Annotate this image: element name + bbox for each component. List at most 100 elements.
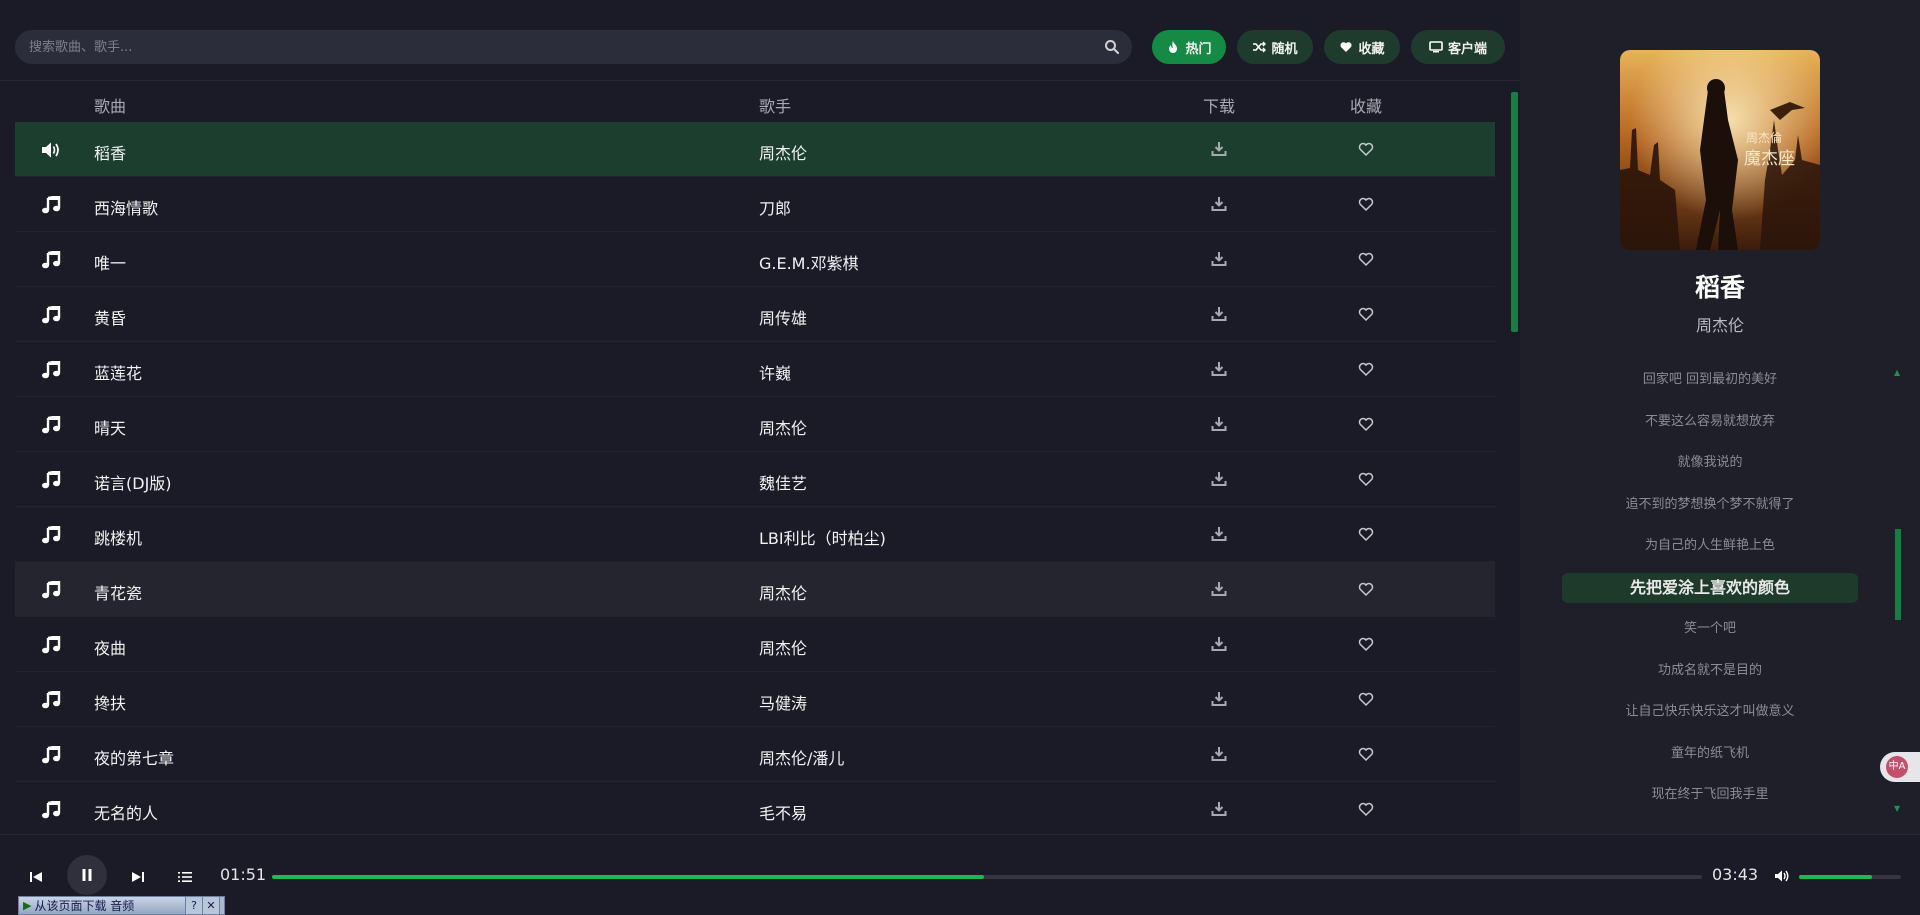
heart-outline-icon[interactable] <box>1358 636 1374 652</box>
song-table-header: 歌曲 歌手 下载 收藏 <box>15 85 1495 120</box>
song-artist[interactable]: 周杰伦 <box>759 635 807 659</box>
song-row[interactable]: 诺言(DJ版) 魏佳艺 <box>15 452 1495 507</box>
song-list: 稻香 周杰伦 西海情歌 刀郎 唯一 G.E.M.邓紫棋黄昏 周传雄蓝莲花 许巍 晴天 周杰伦 诺言(… <box>15 122 1495 837</box>
song-row[interactable]: 蓝莲花 许巍 <box>15 342 1495 397</box>
download-icon[interactable] <box>1211 251 1227 267</box>
total-time: 03:43 <box>1712 865 1759 884</box>
lyric-line[interactable]: 现在终于飞回我手里 <box>1560 780 1860 822</box>
song-row[interactable]: 夜的第七章 周杰伦/潘儿 <box>15 727 1495 782</box>
song-artist[interactable]: 周传雄 <box>759 305 807 329</box>
lyric-line[interactable]: 追不到的梦想换个梦不就得了 <box>1560 490 1860 532</box>
close-button[interactable]: ✕ <box>203 897 220 914</box>
heart-outline-icon[interactable] <box>1358 251 1374 267</box>
song-row[interactable]: 无名的人 毛不易 <box>15 782 1495 837</box>
song-row[interactable]: 跳楼机 LBI利比（时柏尘) <box>15 507 1495 562</box>
download-icon[interactable] <box>1211 691 1227 707</box>
download-audio-label: 从该页面下载 音频 <box>34 899 135 913</box>
help-button[interactable]: ? <box>186 897 203 914</box>
song-artist[interactable]: LBI利比（时柏尘) <box>759 525 886 549</box>
lyrics-scroll-down-icon[interactable]: ▼ <box>1894 804 1900 813</box>
tab-random[interactable]: 随机 <box>1237 30 1313 64</box>
playlist-button[interactable] <box>175 867 195 887</box>
search-icon[interactable] <box>1104 39 1120 55</box>
heart-outline-icon[interactable] <box>1358 691 1374 707</box>
next-button[interactable] <box>128 867 148 887</box>
heart-outline-icon[interactable] <box>1358 306 1374 322</box>
lyric-line[interactable]: 笑一个吧 <box>1560 614 1860 656</box>
lyric-line[interactable]: 让自己快乐快乐这才叫做意义 <box>1560 697 1860 739</box>
header-download: 下载 <box>1203 97 1236 116</box>
heart-outline-icon[interactable] <box>1358 581 1374 597</box>
song-artist[interactable]: G.E.M.邓紫棋 <box>759 250 859 274</box>
lyrics-scrollbar[interactable] <box>1895 529 1901 620</box>
song-row[interactable]: 黄昏 周传雄 <box>15 287 1495 342</box>
lyrics-scroll-up-icon[interactable]: ▲ <box>1894 368 1900 377</box>
download-icon[interactable] <box>1211 801 1227 817</box>
music-note-icon <box>41 304 61 324</box>
song-row[interactable]: 青花瓷 周杰伦 <box>15 562 1495 617</box>
song-artist[interactable]: 周杰伦 <box>759 415 807 439</box>
song-artist[interactable]: 刀郎 <box>759 195 791 219</box>
lyric-line-active[interactable]: 先把爱涂上喜欢的颜色 <box>1562 572 1858 603</box>
lyric-line[interactable]: 就像我说的 <box>1560 448 1860 490</box>
volume-button[interactable] <box>1772 866 1792 886</box>
translate-button[interactable]: 中A <box>1880 752 1920 782</box>
download-icon[interactable] <box>1211 526 1227 542</box>
speaker-icon <box>41 141 61 159</box>
lyric-line[interactable]: 童年的纸飞机 <box>1560 739 1860 781</box>
lyric-line[interactable]: 不要这么容易就想放弃 <box>1560 407 1860 449</box>
search-input[interactable] <box>15 30 1132 64</box>
heart-outline-icon[interactable] <box>1358 196 1374 212</box>
tab-favorites[interactable]: 收藏 <box>1324 30 1400 64</box>
download-icon[interactable] <box>1211 141 1227 157</box>
heart-outline-icon[interactable] <box>1358 416 1374 432</box>
volume-slider[interactable] <box>1799 875 1901 879</box>
download-icon[interactable] <box>1211 196 1227 212</box>
download-icon[interactable] <box>1211 306 1227 322</box>
tab-hot[interactable]: 热门 <box>1152 30 1226 64</box>
song-artist[interactable]: 许巍 <box>759 360 791 384</box>
progress-bar[interactable] <box>272 875 1702 879</box>
download-icon[interactable] <box>1211 581 1227 597</box>
tab-client[interactable]: 客户端 <box>1411 30 1505 64</box>
previous-button[interactable] <box>26 867 46 887</box>
song-artist[interactable]: 周杰伦 <box>759 580 807 604</box>
song-row[interactable]: 稻香 周杰伦 <box>15 122 1495 177</box>
song-list-scrollbar[interactable] <box>1511 88 1518 833</box>
lyric-line[interactable]: 回家吧 回到最初的美好 <box>1560 365 1860 407</box>
lyric-line[interactable]: 功成名就不是目的 <box>1560 656 1860 698</box>
download-audio-button[interactable]: ▶ 从该页面下载 音频 <box>19 897 186 914</box>
song-row[interactable]: 搀扶 马健涛 <box>15 672 1495 727</box>
now-playing-artist: 周杰伦 <box>1695 316 1744 335</box>
download-icon[interactable] <box>1211 636 1227 652</box>
song-title: 黄昏 <box>94 309 127 328</box>
song-row[interactable]: 夜曲 周杰伦 <box>15 617 1495 672</box>
song-artist[interactable]: 魏佳艺 <box>759 470 807 494</box>
header-favorite: 收藏 <box>1350 97 1383 116</box>
song-title: 青花瓷 <box>94 584 143 603</box>
heart-outline-icon[interactable] <box>1358 526 1374 542</box>
song-row[interactable]: 晴天 周杰伦 <box>15 397 1495 452</box>
song-title: 夜的第七章 <box>94 749 175 768</box>
pause-button[interactable] <box>67 855 107 895</box>
heart-outline-icon[interactable] <box>1358 141 1374 157</box>
heart-outline-icon[interactable] <box>1358 801 1374 817</box>
download-icon[interactable] <box>1211 471 1227 487</box>
song-row[interactable]: 西海情歌 刀郎 <box>15 177 1495 232</box>
song-artist[interactable]: 周杰伦 <box>759 140 807 164</box>
lyric-line[interactable]: 为自己的人生鲜艳上色 <box>1560 531 1860 573</box>
music-note-icon <box>41 359 61 379</box>
heart-outline-icon[interactable] <box>1358 361 1374 377</box>
heart-outline-icon[interactable] <box>1358 746 1374 762</box>
download-icon[interactable] <box>1211 416 1227 432</box>
download-icon[interactable] <box>1211 746 1227 762</box>
song-artist[interactable]: 毛不易 <box>759 800 807 824</box>
song-artist[interactable]: 周杰伦/潘儿 <box>759 745 844 769</box>
volume-fill <box>1799 875 1873 879</box>
heart-outline-icon[interactable] <box>1358 471 1374 487</box>
song-artist[interactable]: 马健涛 <box>759 690 807 714</box>
scrollbar-thumb[interactable] <box>1511 92 1518 332</box>
song-row[interactable]: 唯一 G.E.M.邓紫棋 <box>15 232 1495 287</box>
tab-hot-label: 热门 <box>1185 41 1212 57</box>
download-icon[interactable] <box>1211 361 1227 377</box>
